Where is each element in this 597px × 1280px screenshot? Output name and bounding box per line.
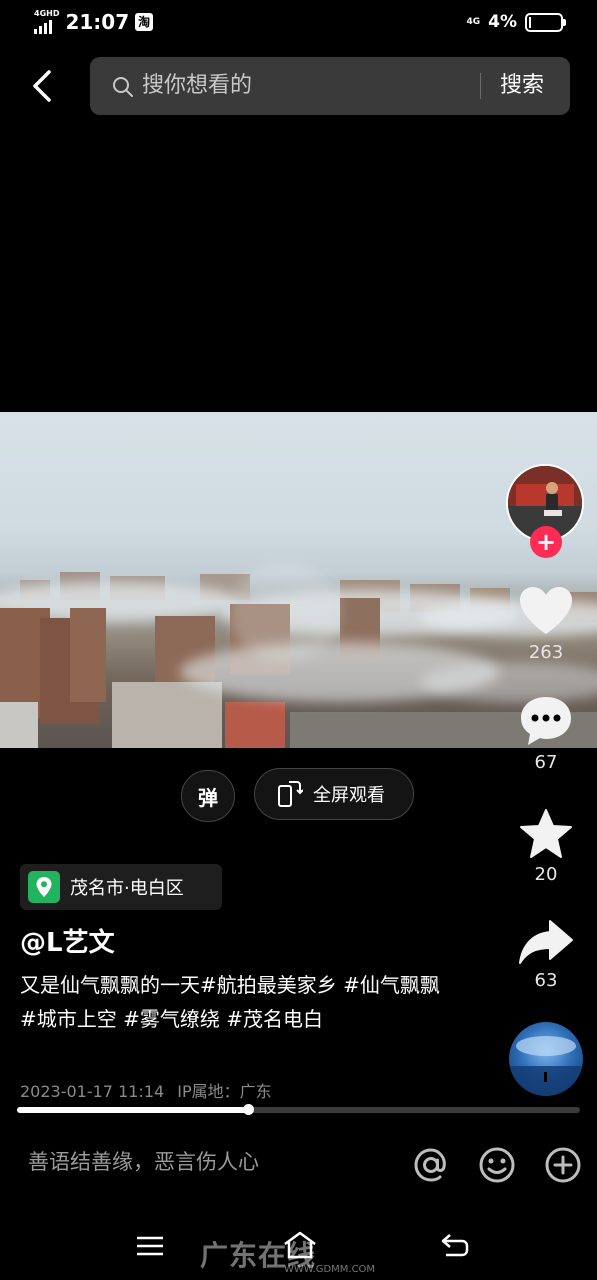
comment-icon — [521, 697, 571, 745]
menu-nav-button[interactable] — [135, 1234, 165, 1262]
post-meta: 2023-01-17 11:14 IP属地：广东 — [20, 1078, 272, 1102]
return-icon — [441, 1234, 469, 1257]
signal-icon — [34, 20, 59, 34]
favorite-button[interactable]: 20 — [511, 808, 581, 885]
network-label: 4GHD — [34, 9, 60, 18]
search-icon — [113, 77, 133, 97]
favorite-count: 20 — [534, 864, 558, 885]
star-icon — [520, 809, 572, 858]
mention-button[interactable] — [412, 1146, 450, 1188]
video-progress-bar[interactable] — [17, 1104, 580, 1115]
plus-circle-icon — [545, 1147, 581, 1183]
like-button[interactable]: 263 — [511, 584, 581, 663]
progress-knob[interactable] — [242, 1104, 254, 1115]
taobao-notification-icon: 淘 — [135, 13, 154, 31]
battery-icon — [525, 12, 566, 32]
fullscreen-label: 全屏观看 — [313, 785, 385, 806]
clock: 21:07 — [65, 10, 130, 34]
danmu-toggle-button[interactable]: 弹 — [181, 770, 235, 822]
danmu-label: 弹 — [198, 785, 218, 810]
share-arrow-icon — [519, 920, 573, 964]
music-cover-image — [509, 1036, 583, 1096]
video-player[interactable] — [0, 412, 597, 748]
back-nav-button[interactable] — [440, 1232, 470, 1262]
share-button[interactable]: 63 — [511, 918, 581, 991]
menu-icon — [137, 1236, 163, 1256]
status-bar: 4GHD 21:07 淘 4G 4% — [0, 0, 597, 46]
fullscreen-button[interactable]: 全屏观看 — [254, 768, 414, 820]
search-divider — [480, 73, 481, 99]
smiley-icon — [479, 1147, 515, 1183]
location-pin-icon — [28, 871, 60, 903]
progress-fill — [17, 1107, 248, 1113]
comment-button[interactable]: 67 — [511, 694, 581, 773]
back-button[interactable] — [22, 64, 62, 108]
like-count: 263 — [528, 642, 564, 663]
chevron-left-icon — [33, 70, 51, 102]
location-tag[interactable]: 茂名市·电白区 — [20, 864, 222, 910]
search-box[interactable]: 搜你想看的 搜索 — [90, 57, 570, 115]
emoji-button[interactable] — [478, 1146, 516, 1188]
search-button[interactable]: 搜索 — [500, 57, 544, 115]
rotate-screen-icon — [278, 781, 303, 807]
author-name[interactable]: @L艺文 — [20, 922, 115, 959]
ip-location: IP属地：广东 — [177, 1082, 272, 1101]
watermark-url: WWW.GDMM.COM — [284, 1264, 376, 1275]
music-disc[interactable] — [509, 1022, 583, 1096]
net-type-icon: 4G — [466, 16, 481, 27]
status-right: 4G 4% — [466, 12, 566, 32]
caption[interactable]: 又是仙气飘飘的一天#航拍最美家乡 #仙气飘飘 #城市上空 #雾气缭绕 #茂名电白 — [20, 968, 450, 1036]
follow-button[interactable]: + — [530, 526, 562, 558]
share-count: 63 — [534, 970, 558, 991]
signal-indicator: 4GHD — [34, 10, 59, 34]
status-left: 4GHD 21:07 淘 — [34, 10, 154, 34]
comment-count: 67 — [534, 752, 558, 773]
battery-percent: 4% — [488, 12, 517, 32]
comment-input[interactable]: 善语结善缘，恶言伤人心 — [28, 1146, 259, 1176]
location-label: 茂名市·电白区 — [70, 878, 184, 899]
post-timestamp: 2023-01-17 11:14 — [20, 1082, 165, 1101]
add-button[interactable] — [544, 1146, 582, 1188]
heart-icon — [520, 587, 572, 634]
search-input[interactable]: 搜你想看的 — [142, 57, 252, 115]
at-icon — [414, 1148, 446, 1182]
